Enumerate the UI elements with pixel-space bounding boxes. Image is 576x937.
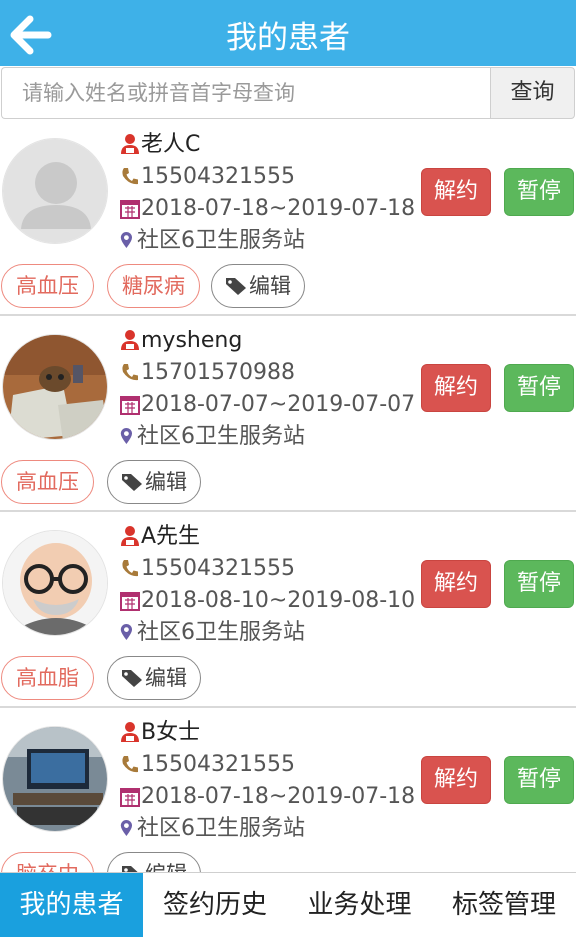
phone-icon <box>122 364 138 381</box>
patient-station-line: 社区6卫生服务站 <box>120 618 305 648</box>
user-icon <box>121 330 139 350</box>
tab-sign-history[interactable]: 签约历史 <box>143 873 287 937</box>
location-icon <box>120 624 132 640</box>
patient-station-line: 社区6卫生服务站 <box>120 814 305 844</box>
calendar-icon <box>120 200 140 219</box>
patient-phone-line: 15504321555 <box>120 162 295 192</box>
edit-tags-button[interactable]: 编辑 <box>107 460 201 504</box>
disease-tag[interactable]: 高血压 <box>1 460 94 504</box>
cancel-contract-button[interactable]: 解约 <box>421 168 491 216</box>
tag-icon <box>226 278 246 295</box>
search-bar: 查询 <box>0 66 576 120</box>
disease-tag[interactable]: 糖尿病 <box>107 264 200 308</box>
disease-tag[interactable]: 高血压 <box>1 264 94 308</box>
patient-period-line: 2018-07-18~2019-07-18 <box>120 782 415 812</box>
patient-name-line: mysheng <box>120 326 242 356</box>
avatar <box>2 530 108 636</box>
edit-tags-button[interactable]: 编辑 <box>211 264 305 308</box>
pause-button[interactable]: 暂停 <box>504 168 574 216</box>
user-icon <box>121 134 139 154</box>
tag-icon <box>122 474 142 491</box>
patient-phone: 15504321555 <box>141 164 295 189</box>
patient-station: 社区6卫生服务站 <box>137 424 305 449</box>
pause-button[interactable]: 暂停 <box>504 560 574 608</box>
patient-phone-line: 15504321555 <box>120 554 295 584</box>
tab-business[interactable]: 业务处理 <box>287 873 432 937</box>
avatar <box>2 334 108 440</box>
top-bar: 我的患者 <box>0 0 576 66</box>
cancel-contract-button[interactable]: 解约 <box>421 756 491 804</box>
location-icon <box>120 232 132 248</box>
patient-period-line: 2018-07-07~2019-07-07 <box>120 390 415 420</box>
tab-my-patients[interactable]: 我的患者 <box>0 873 143 937</box>
patient-phone-line: 15701570988 <box>120 358 295 388</box>
user-icon <box>121 526 139 546</box>
patient-phone: 15504321555 <box>141 752 295 777</box>
patient-station-line: 社区6卫生服务站 <box>120 226 305 256</box>
patient-list[interactable]: 老人C 15504321555 2018-07-18~2019-07-18 社区… <box>0 120 576 872</box>
patient-name: mysheng <box>141 328 243 353</box>
patient-period: 2018-07-18~2019-07-18 <box>141 784 416 809</box>
patient-station: 社区6卫生服务站 <box>137 816 305 841</box>
phone-icon <box>122 168 138 185</box>
user-icon <box>121 722 139 742</box>
cancel-contract-button[interactable]: 解约 <box>421 560 491 608</box>
avatar <box>2 138 108 244</box>
calendar-icon <box>120 788 140 807</box>
patient-period: 2018-07-07~2019-07-07 <box>141 392 416 417</box>
patient-name: B女士 <box>141 720 201 745</box>
pause-button[interactable]: 暂停 <box>504 364 574 412</box>
patient-phone-line: 15504321555 <box>120 750 295 780</box>
patient-period-line: 2018-08-10~2019-08-10 <box>120 586 415 616</box>
patient-station: 社区6卫生服务站 <box>137 620 305 645</box>
patient-name: A先生 <box>141 524 201 549</box>
pause-button[interactable]: 暂停 <box>504 756 574 804</box>
patient-name-line: B女士 <box>120 718 200 748</box>
disease-tag[interactable]: 脑卒中 <box>1 852 94 872</box>
page-title: 我的患者 <box>226 20 350 56</box>
patient-card[interactable]: 老人C 15504321555 2018-07-18~2019-07-18 社区… <box>0 120 576 316</box>
tag-icon <box>122 670 142 687</box>
avatar <box>2 726 108 832</box>
patient-period: 2018-08-10~2019-08-10 <box>141 588 416 613</box>
phone-icon <box>122 560 138 577</box>
calendar-icon <box>120 396 140 415</box>
patient-card[interactable]: B女士 15504321555 2018-07-18~2019-07-18 社区… <box>0 708 576 872</box>
edit-label: 编辑 <box>145 666 187 690</box>
edit-label: 编辑 <box>145 470 187 494</box>
patient-period-line: 2018-07-18~2019-07-18 <box>120 194 415 224</box>
calendar-icon <box>120 592 140 611</box>
patient-period: 2018-07-18~2019-07-18 <box>141 196 416 221</box>
patient-phone: 15701570988 <box>141 360 295 385</box>
patient-name-line: A先生 <box>120 522 200 552</box>
edit-label: 编辑 <box>145 862 187 872</box>
bottom-tab-bar: 我的患者 签约历史 业务处理 标签管理 <box>0 872 576 937</box>
search-input[interactable] <box>1 67 490 119</box>
edit-label: 编辑 <box>249 274 291 298</box>
tag-icon <box>122 866 138 872</box>
cancel-contract-button[interactable]: 解约 <box>421 364 491 412</box>
edit-tags-button[interactable]: 编辑 <box>107 852 201 872</box>
location-icon <box>120 820 132 836</box>
patient-name-line: 老人C <box>120 130 200 160</box>
disease-tag[interactable]: 高血脂 <box>1 656 94 700</box>
patient-phone: 15504321555 <box>141 556 295 581</box>
patient-name: 老人C <box>141 132 201 157</box>
patient-station-line: 社区6卫生服务站 <box>120 422 305 452</box>
location-icon <box>120 428 132 444</box>
edit-tags-button[interactable]: 编辑 <box>107 656 201 700</box>
patient-card[interactable]: A先生 15504321555 2018-08-10~2019-08-10 社区… <box>0 512 576 708</box>
tab-tag-management[interactable]: 标签管理 <box>432 873 576 937</box>
patient-station: 社区6卫生服务站 <box>137 228 305 253</box>
phone-icon <box>122 756 138 773</box>
search-button[interactable]: 查询 <box>490 67 575 119</box>
patient-card[interactable]: mysheng 15701570988 2018-07-07~2019-07-0… <box>0 316 576 512</box>
